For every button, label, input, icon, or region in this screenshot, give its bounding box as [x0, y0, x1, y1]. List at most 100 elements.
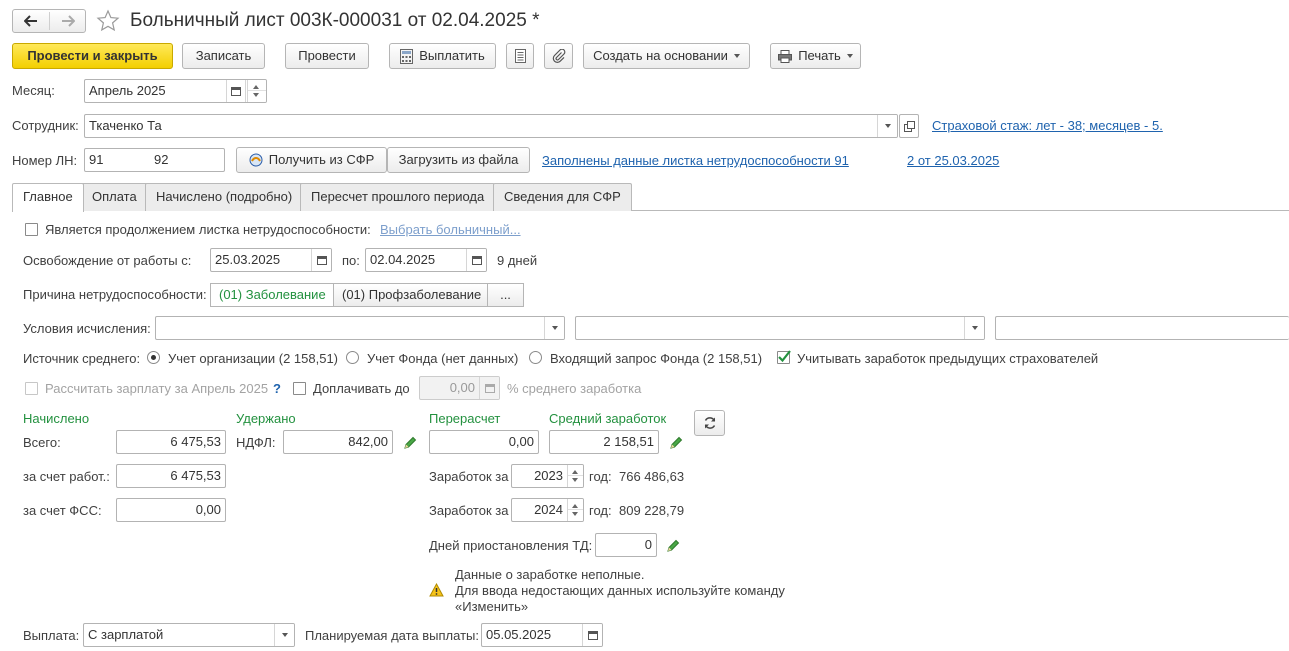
- earnings-year1-value: 766 486,63: [619, 469, 685, 484]
- print-button[interactable]: Печать: [770, 43, 861, 69]
- conditions-field-1[interactable]: [155, 316, 565, 340]
- payout-label: Выплата:: [23, 628, 80, 643]
- forward-button[interactable]: [50, 10, 85, 32]
- month-calendar-button[interactable]: [226, 80, 246, 102]
- planned-date-calendar-button[interactable]: [582, 624, 602, 646]
- year2-word: год:: [589, 503, 612, 518]
- source-org-radio[interactable]: [147, 351, 160, 364]
- refresh-icon: [704, 417, 715, 429]
- planned-date-field[interactable]: 05.05.2025: [481, 623, 603, 647]
- year1-value: 2023: [534, 468, 563, 483]
- reason-disease-button[interactable]: (01) Заболевание: [210, 283, 334, 307]
- employee-field[interactable]: Ткаченко Та: [84, 114, 898, 138]
- post-and-close-button[interactable]: Провести и закрыть: [12, 43, 173, 69]
- suspend-days-field[interactable]: 0: [595, 533, 657, 557]
- ln-number-label: Номер ЛН:: [12, 153, 78, 168]
- tab-sfr-info-label: Сведения для СФР: [504, 189, 621, 204]
- year1-spinner[interactable]: [567, 465, 583, 487]
- choose-sick-leave-link[interactable]: Выбрать больничный...: [380, 222, 521, 238]
- fss-label: за счет ФСС:: [23, 503, 102, 518]
- tab-accrued-detailed[interactable]: Начислено (подробно): [145, 183, 304, 211]
- avg-earnings-edit-button[interactable]: [669, 436, 683, 450]
- tab-recalc-past-period-label: Пересчет прошлого периода: [311, 189, 485, 204]
- conditions-2-dropdown-button[interactable]: [964, 317, 984, 339]
- earnings-year2-value: 809 228,79: [619, 503, 685, 518]
- fss-field[interactable]: 0,00: [116, 498, 226, 522]
- source-request-radio[interactable]: [529, 351, 542, 364]
- print-label: Печать: [798, 48, 841, 63]
- ndfl-edit-button[interactable]: [403, 436, 417, 450]
- source-org-label: Учет организации (2 158,51): [168, 351, 339, 366]
- filled-data-link-tail[interactable]: 2 от 25.03.2025: [907, 153, 999, 169]
- ln-number-field[interactable]: 91 92: [84, 148, 225, 172]
- source-fund-radio[interactable]: [346, 351, 359, 364]
- employee-open-button[interactable]: [899, 114, 919, 138]
- create-based-button[interactable]: Создать на основании: [583, 43, 750, 69]
- payout-field[interactable]: С зарплатой: [83, 623, 295, 647]
- continuation-label: Является продолжением листка нетрудоспос…: [45, 222, 371, 237]
- employer-value: 6 475,53: [170, 468, 221, 483]
- month-field[interactable]: Апрель 2025: [84, 79, 267, 103]
- tab-payment[interactable]: Оплата: [81, 183, 148, 211]
- ndfl-field[interactable]: 842,00: [283, 430, 393, 454]
- continuation-checkbox[interactable]: [25, 223, 38, 236]
- calc-salary-checkbox[interactable]: [25, 382, 38, 395]
- suspend-days-edit-button[interactable]: [666, 539, 680, 553]
- tab-sfr-info[interactable]: Сведения для СФР: [493, 183, 632, 211]
- chevron-down-icon: [884, 124, 891, 128]
- recalc-field[interactable]: 0,00: [429, 430, 539, 454]
- extra-pay-field[interactable]: 0,00: [419, 376, 500, 400]
- avg-earnings-field[interactable]: 2 158,51: [549, 430, 659, 454]
- pencil-icon: [667, 539, 680, 552]
- refresh-button[interactable]: [694, 410, 725, 436]
- extra-pay-calc-button[interactable]: [479, 377, 499, 399]
- payout-dropdown-button[interactable]: [274, 624, 294, 646]
- insurance-experience-link[interactable]: Страховой стаж: лет - 38; месяцев - 5.: [932, 118, 1163, 134]
- year1-field[interactable]: 2023: [511, 464, 584, 488]
- filled-data-link[interactable]: Заполнены данные листка нетрудоспособнос…: [542, 153, 849, 169]
- warning-line-1: Данные о заработке неполные.: [455, 567, 645, 582]
- tab-recalc-past-period[interactable]: Пересчет прошлого периода: [300, 183, 496, 211]
- get-from-sfr-label: Получить из СФР: [268, 152, 375, 167]
- conditions-field-2[interactable]: [575, 316, 985, 340]
- reason-occupational-button[interactable]: (01) Профзаболевание: [333, 283, 488, 307]
- conditions-field-3[interactable]: [995, 316, 1289, 340]
- date-from-field[interactable]: 25.03.2025: [210, 248, 332, 272]
- reason-more-button[interactable]: ...: [487, 283, 524, 307]
- star-icon: [96, 9, 120, 32]
- tab-main[interactable]: Главное: [12, 183, 84, 212]
- total-label: Всего:: [23, 435, 61, 450]
- month-spinner[interactable]: [247, 80, 266, 102]
- save-button[interactable]: Записать: [182, 43, 265, 69]
- reason-disease-label: (01) Заболевание: [219, 287, 326, 302]
- calc-salary-label: Рассчитать зарплату за Апрель 2025: [45, 381, 269, 396]
- prev-insurers-checkbox[interactable]: [777, 350, 791, 364]
- favorite-star-button[interactable]: [96, 9, 120, 33]
- chevron-down-icon: [551, 326, 558, 330]
- date-to-calendar-button[interactable]: [466, 249, 486, 271]
- arrow-left-icon: [24, 15, 37, 27]
- year2-spinner[interactable]: [567, 499, 583, 521]
- year2-field[interactable]: 2024: [511, 498, 584, 522]
- year2-value: 2024: [534, 502, 563, 517]
- total-field[interactable]: 6 475,53: [116, 430, 226, 454]
- conditions-1-dropdown-button[interactable]: [544, 317, 564, 339]
- attach-button[interactable]: [544, 43, 573, 69]
- get-from-sfr-button[interactable]: Получить из СФР: [236, 147, 387, 173]
- calendar-icon: [316, 255, 327, 265]
- employer-field[interactable]: 6 475,53: [116, 464, 226, 488]
- date-from-calendar-button[interactable]: [311, 249, 331, 271]
- extra-pay-checkbox[interactable]: [293, 382, 306, 395]
- pencil-icon: [404, 436, 417, 449]
- post-button[interactable]: Провести: [285, 43, 369, 69]
- report-button[interactable]: [506, 43, 534, 69]
- calc-salary-help[interactable]: ?: [273, 381, 281, 397]
- arrow-right-icon: [61, 15, 75, 27]
- load-from-file-button[interactable]: Загрузить из файла: [387, 147, 530, 173]
- employee-dropdown-button[interactable]: [877, 115, 897, 137]
- withheld-heading: Удержано: [236, 411, 296, 426]
- back-button[interactable]: [13, 10, 49, 32]
- date-to-field[interactable]: 02.04.2025: [365, 248, 487, 272]
- pay-button[interactable]: Выплатить: [389, 43, 496, 69]
- pay-label: Выплатить: [419, 48, 485, 63]
